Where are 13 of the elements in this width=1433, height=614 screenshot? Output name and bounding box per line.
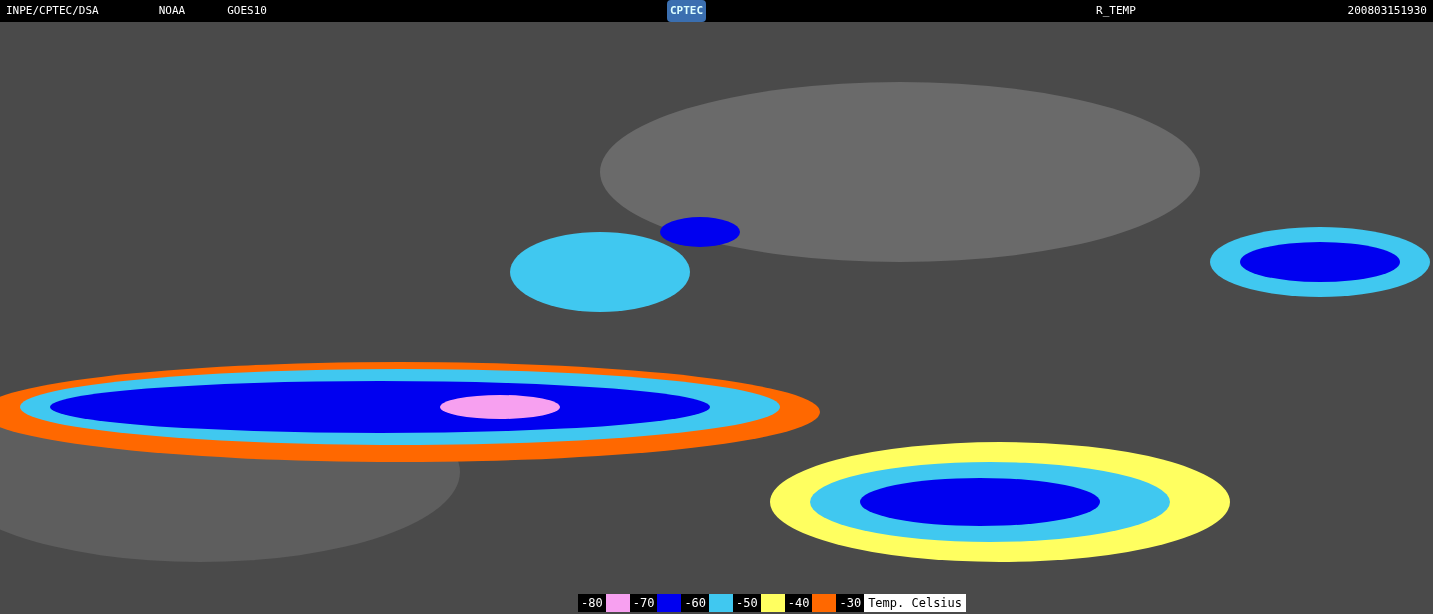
satellite-label: GOES10 bbox=[227, 2, 267, 19]
agency-label: NOAA bbox=[158, 2, 186, 19]
legend-label: -70 bbox=[629, 594, 658, 612]
legend-label: -30 bbox=[836, 594, 865, 612]
legend-title: Temp. Celsius bbox=[864, 594, 967, 612]
logo: CPTEC bbox=[666, 0, 707, 22]
legend-label: -80 bbox=[578, 594, 606, 612]
legend-label: -50 bbox=[733, 594, 761, 612]
legend-label: -40 bbox=[784, 594, 813, 612]
timestamp-label: 200803151930 bbox=[1347, 2, 1427, 19]
product-label: R_TEMP bbox=[1096, 2, 1136, 19]
legend-label: -60 bbox=[681, 594, 710, 612]
source-label: INPE/CPTEC/DSA bbox=[6, 2, 99, 19]
